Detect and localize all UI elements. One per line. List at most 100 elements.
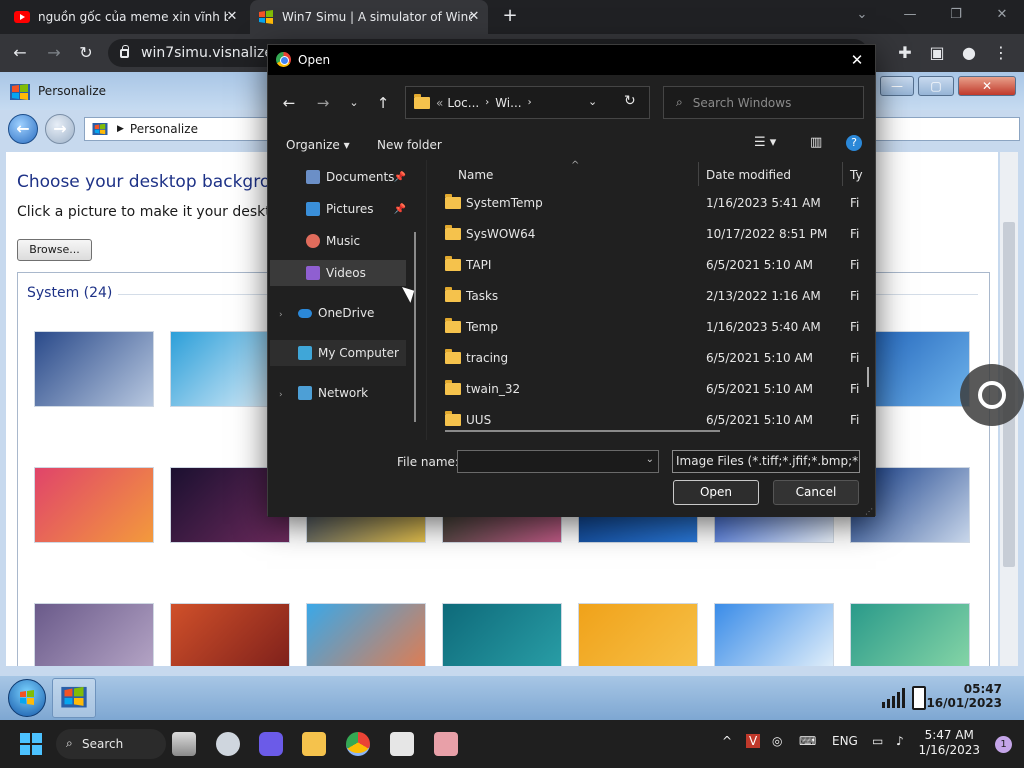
refresh-icon[interactable]: ↻ [624, 93, 636, 109]
wallpaper-thumbnail[interactable] [578, 603, 698, 666]
nav-item-music[interactable]: Music [270, 228, 406, 254]
chat-icon[interactable] [259, 732, 283, 756]
side-panel-icon[interactable]: ▣ [925, 41, 949, 65]
tab-search-icon[interactable]: ⌄ [848, 4, 876, 26]
win7-clock[interactable]: 05:47 16/01/2023 [926, 682, 1002, 710]
organize-menu[interactable]: Organize ▾ [286, 138, 350, 152]
cancel-button[interactable]: Cancel [773, 480, 859, 505]
wallpaper-thumbnail[interactable] [442, 603, 562, 666]
extensions-icon[interactable]: ✚ [893, 41, 917, 65]
back-icon[interactable]: ← [8, 41, 32, 65]
keyboard-icon[interactable]: ⌨ [799, 734, 816, 748]
close-window-button[interactable]: ✕ [988, 4, 1016, 26]
file-row[interactable]: Temp 1/16/2023 5:40 AM Fi [445, 311, 865, 342]
column-name[interactable]: Name [458, 168, 493, 182]
file-row[interactable]: twain_32 6/5/2021 5:10 AM Fi [445, 373, 865, 404]
win7-start-button[interactable] [8, 679, 46, 717]
wallpaper-thumbnail[interactable] [850, 603, 970, 666]
preview-pane-icon[interactable]: ▥ [810, 135, 822, 150]
up-icon[interactable]: ↑ [372, 92, 394, 114]
file-list-v-scrollbar[interactable] [867, 367, 869, 387]
widgets-icon[interactable] [216, 732, 240, 756]
recent-locations-icon[interactable]: ⌄ [343, 92, 365, 114]
profile-icon[interactable]: ● [957, 41, 981, 65]
tab-win7simu[interactable]: Win7 Simu | A simulator of Windows 7 ✕ [250, 0, 488, 34]
start-icon[interactable] [20, 733, 42, 755]
tray-app2-icon[interactable]: ◎ [772, 734, 782, 748]
column-date-modified[interactable]: Date modified [706, 168, 791, 182]
new-folder-button[interactable]: New folder [377, 138, 442, 152]
path-dropdown-icon[interactable]: ⌄ [588, 95, 597, 108]
nav-item-onedrive[interactable]: OneDrive [270, 300, 406, 326]
wallpaper-thumbnail[interactable] [714, 603, 834, 666]
column-separator[interactable] [698, 162, 699, 186]
forward-icon[interactable]: → [312, 92, 334, 114]
wallpaper-thumbnail[interactable] [170, 603, 290, 666]
nav-item-my-computer[interactable]: My Computer [270, 340, 406, 366]
chevron-up-icon[interactable]: ^ [722, 734, 732, 748]
host-clock[interactable]: 5:47 AM 1/16/2023 [918, 728, 980, 758]
resize-grip-icon[interactable]: ⋰ [865, 507, 873, 516]
wallpaper-thumbnail[interactable] [306, 603, 426, 666]
path-overflow-icon[interactable]: « [436, 96, 443, 110]
dialog-address-bar[interactable]: « Loc... › Wi... › ⌄ ↻ [405, 86, 650, 119]
close-tab-icon[interactable]: ✕ [466, 9, 482, 25]
chrome-taskbar-icon[interactable] [346, 732, 370, 756]
language-indicator[interactable]: ENG [832, 734, 858, 748]
chevron-down-icon[interactable]: ⌄ [646, 454, 654, 465]
open-button[interactable]: Open [673, 480, 759, 505]
file-explorer-icon[interactable] [302, 732, 326, 756]
restore-button[interactable]: ❐ [942, 4, 970, 26]
file-row[interactable]: SysWOW64 10/17/2022 8:51 PM Fi [445, 218, 865, 249]
volume-icon[interactable]: ♪ [896, 734, 904, 748]
reload-icon[interactable]: ↻ [74, 41, 98, 65]
menu-icon[interactable]: ⋮ [989, 41, 1013, 65]
win7-close-button[interactable]: ✕ [958, 76, 1016, 96]
breadcrumb[interactable]: Personalize [130, 122, 198, 136]
wallpaper-thumbnail[interactable] [34, 331, 154, 407]
file-list-h-scrollbar[interactable] [445, 430, 720, 432]
battery-icon[interactable] [912, 686, 926, 710]
nav-item-videos[interactable]: Videos [270, 260, 406, 286]
new-tab-button[interactable]: + [500, 7, 520, 27]
signal-icon[interactable] [882, 688, 906, 708]
browse-button[interactable]: Browse... [17, 239, 92, 261]
win7-minimize-button[interactable]: — [880, 76, 914, 96]
path-segment-windows[interactable]: Wi... [495, 96, 521, 110]
nav-item-pictures[interactable]: Pictures 📌 [270, 196, 406, 222]
task-view-icon[interactable] [172, 732, 196, 756]
tray-app-icon[interactable]: V [746, 734, 761, 748]
nav-item-network[interactable]: Network [270, 380, 406, 406]
nav-item-documents[interactable]: Documents 📌 [270, 164, 406, 190]
forward-icon[interactable]: → [42, 41, 66, 65]
file-row[interactable]: TAPI 6/5/2021 5:10 AM Fi [445, 249, 865, 280]
win7-forward-button[interactable]: → [45, 114, 75, 144]
app-icon-terminal[interactable] [390, 732, 414, 756]
wallpaper-thumbnail[interactable] [34, 603, 154, 666]
minimize-button[interactable]: — [896, 4, 924, 26]
file-type-select[interactable]: Image Files (*.tiff;*.jfif;*.bmp;*.gif;*… [672, 450, 860, 473]
taskbar-personalize-app[interactable] [52, 678, 96, 718]
tab-youtube[interactable]: nguồn gốc của meme xin vĩnh biệt ✕ [14, 0, 246, 34]
app-icon-snip[interactable] [434, 732, 458, 756]
network-status-icon[interactable]: ▭ [872, 734, 883, 748]
file-row[interactable]: SystemTemp 1/16/2023 5:41 AM Fi [445, 187, 865, 218]
back-icon[interactable]: ← [278, 92, 300, 114]
taskbar-search[interactable]: ⌕ Search [56, 729, 166, 759]
file-row[interactable]: tracing 6/5/2021 5:10 AM Fi [445, 342, 865, 373]
file-name-input[interactable]: ⌄ [457, 450, 659, 473]
dialog-search-input[interactable]: ⌕ Search Windows [663, 86, 864, 119]
dialog-close-button[interactable]: ✕ [847, 50, 867, 70]
wallpaper-thumbnail[interactable] [34, 467, 154, 543]
close-tab-icon[interactable]: ✕ [224, 9, 240, 25]
nav-pane-scrollbar[interactable] [414, 232, 416, 422]
column-type[interactable]: Ty [850, 168, 863, 182]
view-options-icon[interactable]: ☰ ▾ [754, 135, 776, 150]
notification-badge[interactable]: 1 [995, 736, 1012, 753]
path-segment-local[interactable]: Loc... [447, 96, 479, 110]
win7-maximize-button[interactable]: ▢ [918, 76, 954, 96]
column-separator[interactable] [842, 162, 843, 186]
win7-back-button[interactable]: ← [8, 114, 38, 144]
file-row[interactable]: Tasks 2/13/2022 1:16 AM Fi [445, 280, 865, 311]
help-icon[interactable]: ? [846, 135, 862, 151]
